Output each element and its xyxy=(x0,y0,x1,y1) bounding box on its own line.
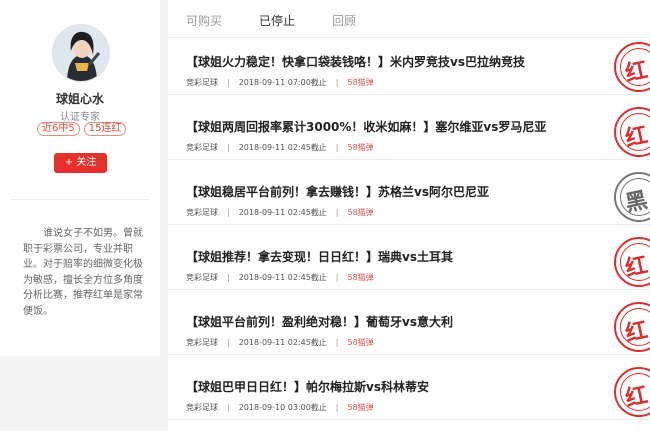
meta-separator: | xyxy=(335,208,339,217)
recommendation-item[interactable]: 【球姐推荐！拿去变现！日日红！】瑞典vs土耳其竞彩足球 | 2018-09-11 0… xyxy=(168,233,650,290)
item-meta: 竞彩足球 | 2018-09-11 02:45截止 | 58猫弹 xyxy=(186,337,374,348)
meta-separator: | xyxy=(335,403,339,412)
expert-profile-card: 球姐心水 认证专家 近6中5 15连红 + 关注 谁说女子不如男。曾就职于彩票公… xyxy=(0,0,160,356)
item-title[interactable]: 【球姐火力稳定！快拿口袋装钱咯！】米内罗竞技vs巴拉纳竞技 xyxy=(186,53,525,70)
item-deadline: 2018-09-11 02:45截止 xyxy=(238,208,327,217)
item-price: 58猫弹 xyxy=(347,143,374,152)
meta-separator: | xyxy=(335,78,339,87)
item-category: 竞彩足球 xyxy=(186,208,218,217)
expert-title: 认证专家 xyxy=(60,112,100,123)
tab-available[interactable]: 可购买 xyxy=(186,12,222,29)
item-meta: 竞彩足球 | 2018-09-11 02:45截止 | 58猫弹 xyxy=(186,207,374,218)
item-category: 竞彩足球 xyxy=(186,338,218,347)
item-deadline: 2018-09-11 02:45截止 xyxy=(238,273,327,282)
record-badges: 近6中5 15连红 xyxy=(37,122,127,136)
item-title[interactable]: 【球姐平台前列！盈利绝对稳！】葡萄牙vs意大利 xyxy=(186,313,453,330)
item-category: 竞彩足球 xyxy=(186,403,218,412)
expert-name: 球姐心水 xyxy=(55,92,104,106)
result-stamp-label: 红 xyxy=(623,122,650,152)
recommendation-item[interactable]: 【球姐稳居平台前列！拿去赚钱！】苏格兰vs阿尔巴尼亚竞彩足球 | 2018-09-1… xyxy=(168,168,650,225)
meta-separator: | xyxy=(227,78,230,87)
item-price: 58猫弹 xyxy=(347,78,374,87)
item-meta: 竞彩足球 | 2018-09-11 07:00截止 | 58猫弹 xyxy=(186,77,374,88)
result-stamp-icon: 红 xyxy=(614,302,650,352)
tab-stopped[interactable]: 已停止 xyxy=(259,12,295,29)
item-title[interactable]: 【球姐巴甲日日红！】帕尔梅拉斯vs科林蒂安 xyxy=(186,378,429,395)
expert-bio: 谁说女子不如男。曾就职于彩票公司，专业并职业。对于赔率的细微变化极为敏感，擅长全… xyxy=(23,228,143,317)
item-deadline: 2018-09-10 03:00截止 xyxy=(238,403,327,412)
item-price: 58猫弹 xyxy=(347,338,374,347)
meta-separator: | xyxy=(335,143,339,152)
recommendation-item[interactable]: 【球姐火力稳定！快拿口袋装钱咯！】米内罗竞技vs巴拉纳竞技竞彩足球 | 2018-0… xyxy=(168,38,650,95)
item-price: 58猫弹 xyxy=(347,403,374,412)
meta-separator: | xyxy=(335,273,339,282)
result-stamp-label: 红 xyxy=(623,57,650,87)
item-price: 58猫弹 xyxy=(347,273,374,282)
win-streak-badge: 15连红 xyxy=(83,122,127,136)
recommendation-item[interactable]: 【球姐平台前列！盈利绝对稳！】葡萄牙vs意大利竞彩足球 | 2018-09-11 0… xyxy=(168,298,650,355)
item-title[interactable]: 【球姐两周回报率累计3000%！收米如麻！】塞尔维亚vs罗马尼亚 xyxy=(186,118,546,135)
meta-separator: | xyxy=(227,338,230,347)
item-meta: 竞彩足球 | 2018-09-10 03:00截止 | 58猫弹 xyxy=(186,402,374,413)
item-deadline: 2018-09-11 07:00截止 xyxy=(238,78,327,87)
recommendation-item[interactable]: 【球姐巴甲日日红！】帕尔梅拉斯vs科林蒂安竞彩足球 | 2018-09-10 03:… xyxy=(168,363,650,420)
item-category: 竞彩足球 xyxy=(186,273,218,282)
recent-record-badge: 近6中5 xyxy=(37,122,80,136)
item-deadline: 2018-09-11 02:45截止 xyxy=(238,338,327,347)
result-stamp-icon: 红 xyxy=(614,42,650,92)
result-stamp-label: 红 xyxy=(623,252,650,282)
result-stamp-icon: 红 xyxy=(614,367,650,417)
item-meta: 竞彩足球 | 2018-09-11 02:45截止 | 58猫弹 xyxy=(186,142,374,153)
meta-separator: | xyxy=(227,273,230,282)
item-meta: 竞彩足球 | 2018-09-11 02:45截止 | 58猫弹 xyxy=(186,272,374,283)
result-stamp-label: 黑 xyxy=(623,187,650,217)
meta-separator: | xyxy=(227,143,230,152)
item-category: 竞彩足球 xyxy=(186,78,218,87)
avatar[interactable] xyxy=(52,24,110,82)
meta-separator: | xyxy=(227,403,230,412)
result-stamp-icon: 黑 xyxy=(614,172,650,222)
result-stamp-label: 红 xyxy=(623,382,650,412)
result-stamp-icon: 红 xyxy=(614,107,650,157)
item-title[interactable]: 【球姐推荐！拿去变现！日日红！】瑞典vs土耳其 xyxy=(186,248,453,265)
result-stamp-icon: 红 xyxy=(614,237,650,287)
item-category: 竞彩足球 xyxy=(186,143,218,152)
meta-separator: | xyxy=(335,338,339,347)
item-price: 58猫弹 xyxy=(347,208,374,217)
tab-review[interactable]: 回顾 xyxy=(332,12,356,29)
recommendation-item[interactable]: 【球姐两周回报率累计3000%！收米如麻！】塞尔维亚vs罗马尼亚竞彩足球 | 201… xyxy=(168,103,650,160)
meta-separator: | xyxy=(227,208,230,217)
divider xyxy=(10,199,150,200)
avatar-image xyxy=(53,25,109,81)
recommendation-list-panel: 可购买 已停止 回顾 【球姐火力稳定！快拿口袋装钱咯！】米内罗竞技vs巴拉纳竞技… xyxy=(168,0,650,431)
result-stamp-label: 红 xyxy=(623,317,650,347)
follow-button[interactable]: + 关注 xyxy=(54,153,107,173)
item-title[interactable]: 【球姐稳居平台前列！拿去赚钱！】苏格兰vs阿尔巴尼亚 xyxy=(186,183,489,200)
item-deadline: 2018-09-11 02:45截止 xyxy=(238,143,327,152)
tab-bar: 可购买 已停止 回顾 xyxy=(168,0,650,38)
